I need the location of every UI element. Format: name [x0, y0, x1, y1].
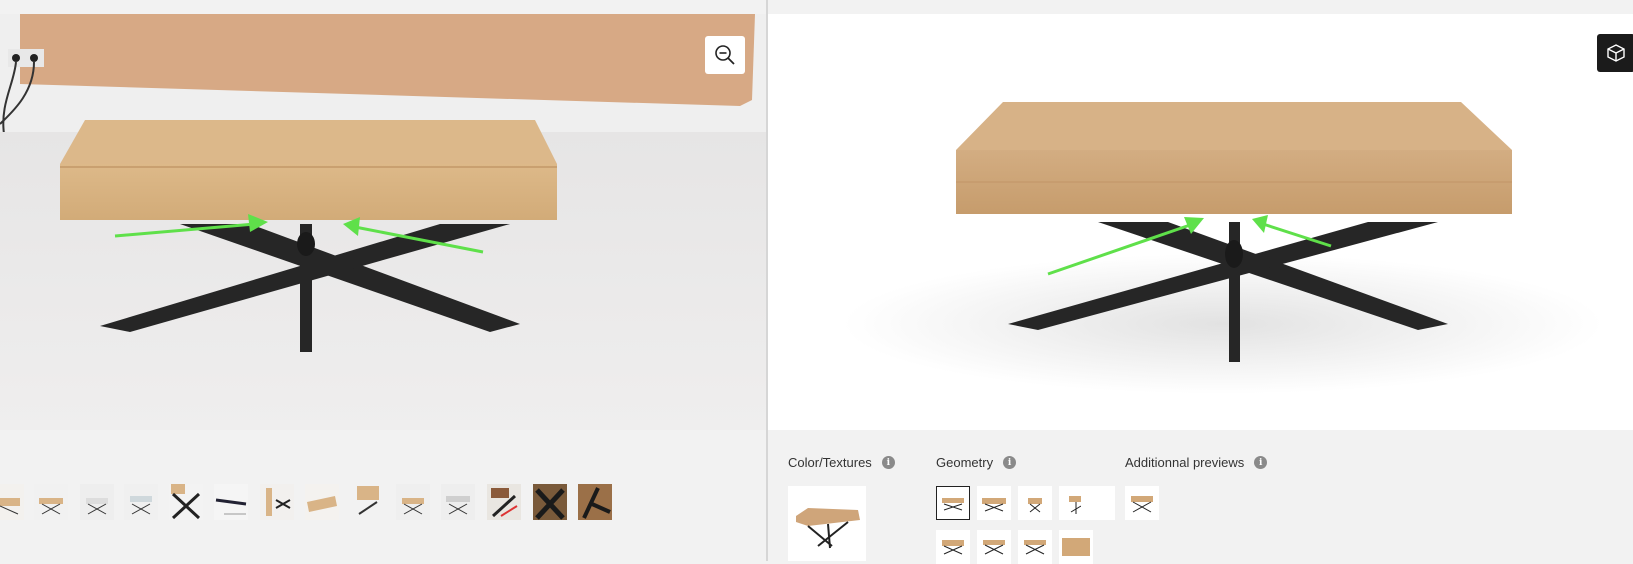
photo-thumbnail[interactable] — [396, 484, 430, 520]
geometry-title: Geometry — [936, 455, 994, 470]
info-icon[interactable]: i — [1254, 456, 1268, 469]
textures-title: Color/Textures — [788, 455, 872, 470]
render-viewport[interactable] — [768, 14, 1633, 430]
geometry-option[interactable] — [977, 530, 1011, 564]
photo-thumbnail[interactable] — [124, 484, 158, 520]
photo-panel — [0, 0, 766, 561]
photo-thumbnail-strip — [0, 484, 766, 522]
geometry-option[interactable] — [1018, 486, 1052, 520]
cube-icon — [1607, 44, 1625, 62]
render-panel: Color/Textures i Geometry i Additionnal … — [768, 0, 1633, 564]
geometry-option[interactable] — [936, 530, 970, 564]
photo-thumbnail[interactable] — [0, 484, 24, 520]
photo-thumbnail[interactable] — [214, 484, 248, 520]
hidden-spacer — [1081, 486, 1115, 520]
previews-section-title: Additionnal previews i — [1125, 455, 1268, 470]
photo-thumbnail[interactable] — [533, 484, 567, 520]
previews-title: Additionnal previews — [1125, 455, 1245, 470]
photo-thumbnail[interactable] — [34, 484, 68, 520]
photo-thumbnail[interactable] — [80, 484, 114, 520]
geometry-option[interactable] — [977, 486, 1011, 520]
photo-thumbnail[interactable] — [351, 484, 385, 520]
zoom-out-icon — [715, 45, 735, 65]
reference-photo — [0, 14, 766, 430]
geometry-section-title: Geometry i — [936, 455, 1017, 470]
info-icon[interactable]: i — [1003, 456, 1017, 469]
photo-thumbnail[interactable] — [441, 484, 475, 520]
texture-swatch[interactable] — [788, 486, 866, 561]
geometry-option[interactable] — [936, 486, 970, 520]
textures-section-title: Color/Textures i — [788, 455, 895, 470]
photo-thumbnail[interactable] — [578, 484, 612, 520]
photo-thumbnail[interactable] — [260, 484, 294, 520]
additional-preview-thumbnail[interactable] — [1125, 486, 1159, 520]
geometry-option[interactable] — [1059, 530, 1093, 564]
zoom-out-button[interactable] — [705, 36, 745, 74]
geometry-option[interactable] — [1018, 530, 1052, 564]
view-3d-button[interactable] — [1597, 34, 1633, 72]
photo-thumbnail[interactable] — [487, 484, 521, 520]
photo-thumbnail[interactable] — [305, 484, 339, 520]
photo-thumbnail[interactable] — [169, 484, 203, 520]
info-icon[interactable]: i — [881, 456, 895, 469]
